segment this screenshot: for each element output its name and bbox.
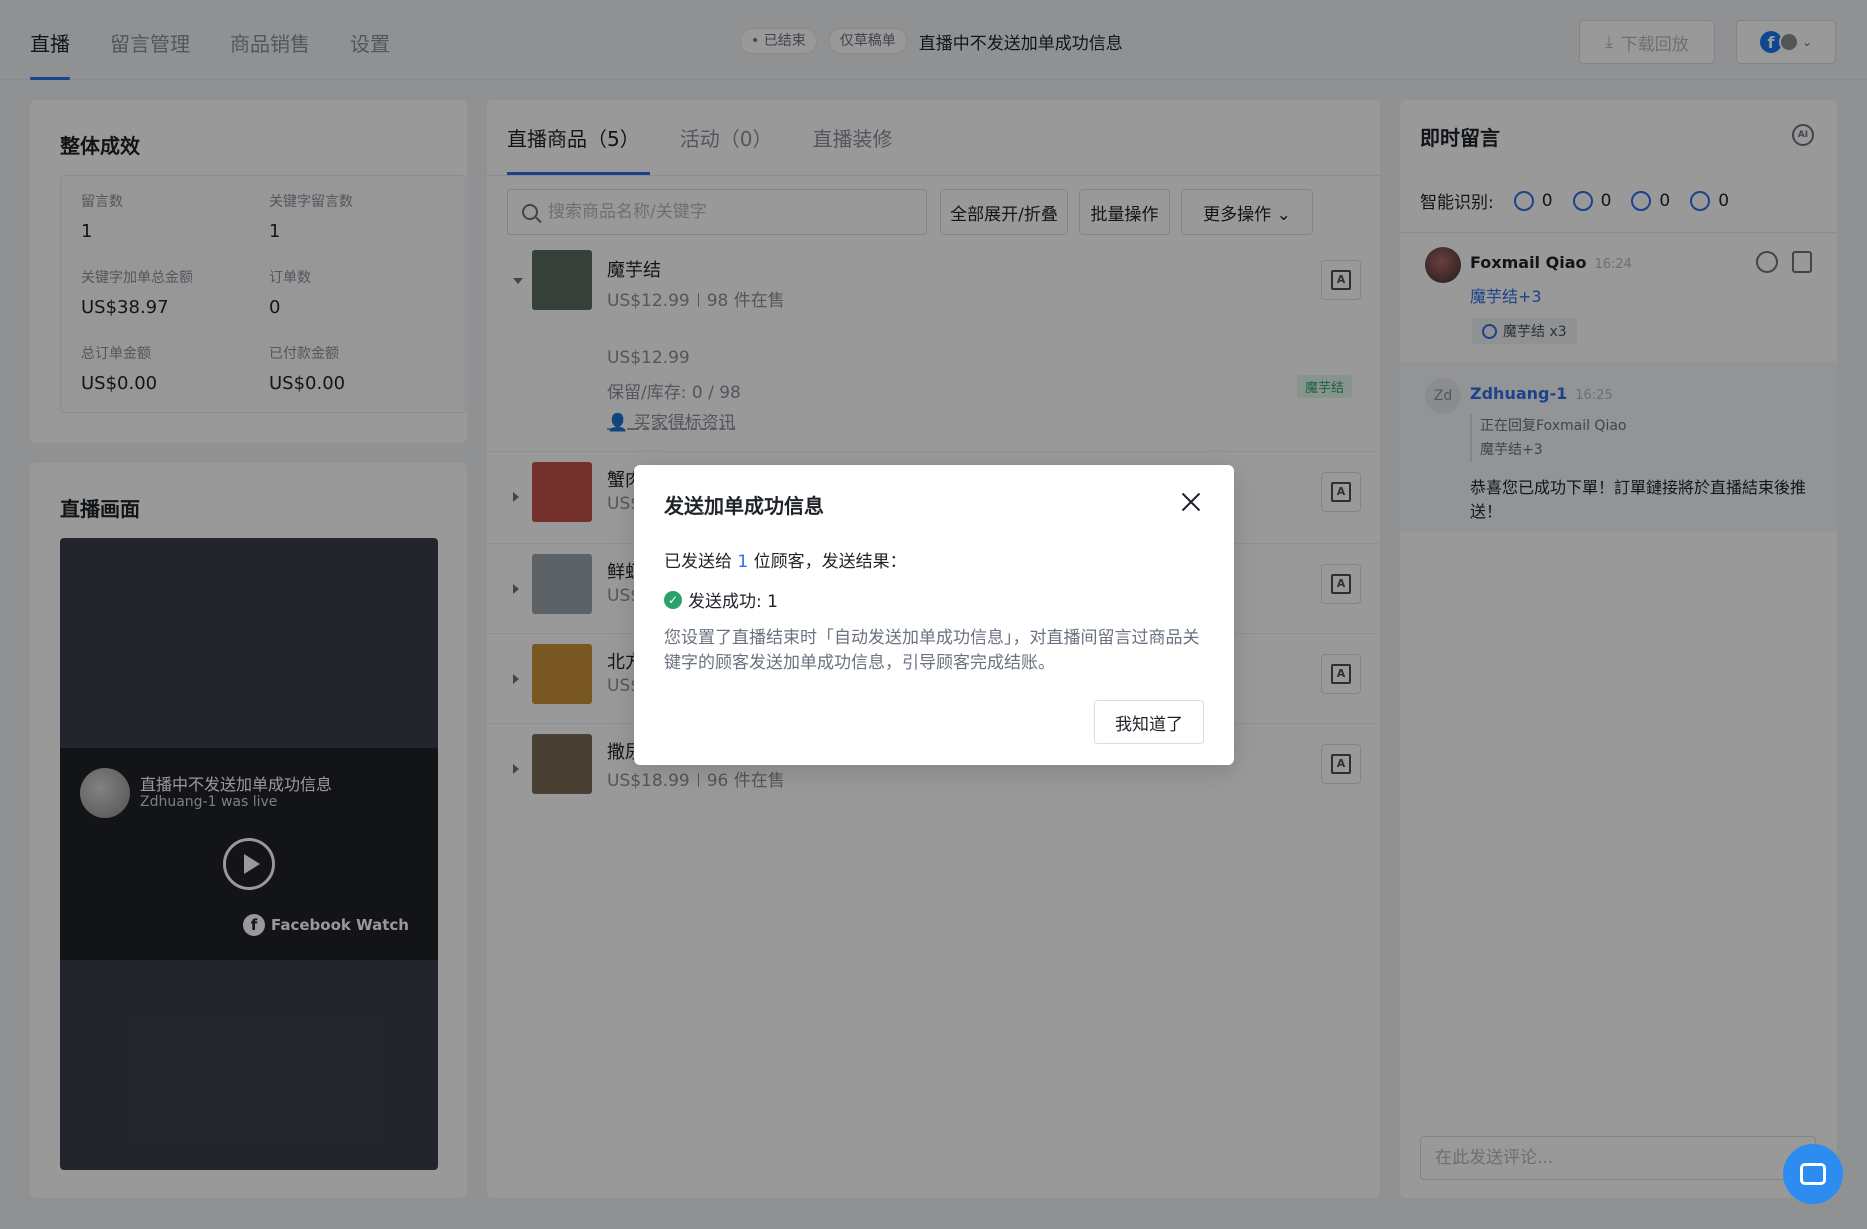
dialog-description: 您设置了直播结束时「自动发送加单成功信息」，对直播间留言过商品关键字的顾客发送加… — [664, 628, 1200, 673]
sent-summary: 已发送给 1 位顾客，发送结果： — [664, 547, 907, 572]
close-icon[interactable] — [1176, 487, 1206, 517]
acknowledge-button[interactable]: 我知道了 — [1094, 700, 1204, 744]
success-label: 发送成功: 1 — [688, 592, 778, 612]
sent-count: 1 — [737, 552, 749, 572]
dialog-title: 发送加单成功信息 — [664, 494, 824, 518]
check-circle-icon: ✓ — [664, 590, 682, 609]
success-result: ✓ 发送成功: 1 — [664, 587, 778, 612]
sent-suffix: 位顾客，发送结果： — [748, 552, 907, 572]
send-success-dialog: 发送加单成功信息 已发送给 1 位顾客，发送结果： ✓ 发送成功: 1 您设置了直… — [634, 465, 1234, 765]
chat-icon — [1800, 1163, 1826, 1185]
sent-prefix: 已发送给 — [664, 552, 738, 572]
chat-support-button[interactable] — [1783, 1144, 1843, 1204]
